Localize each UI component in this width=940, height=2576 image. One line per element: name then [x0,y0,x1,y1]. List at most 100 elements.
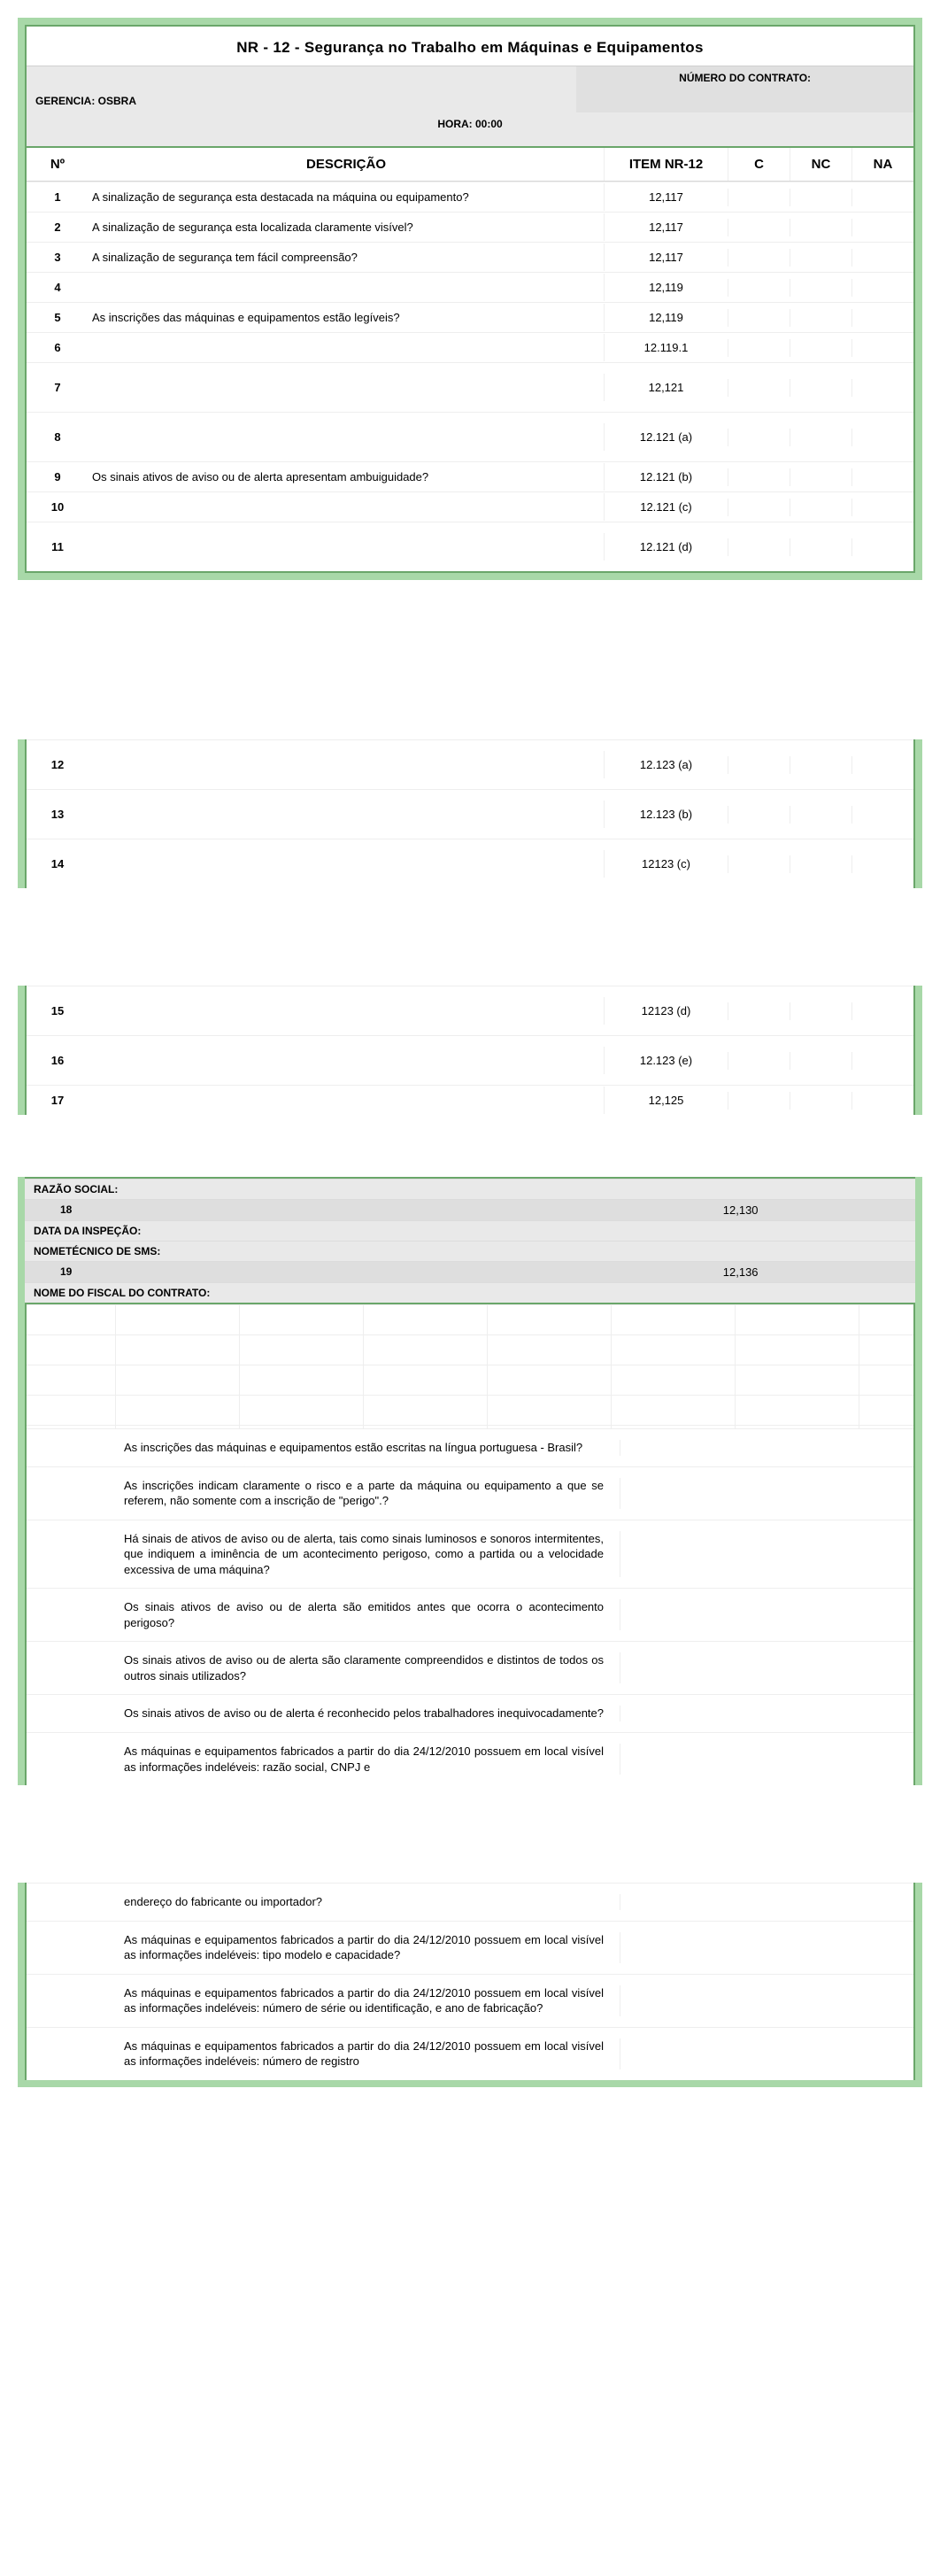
meta2-nomefiscal: NOME DO FISCAL DO CONTRATO: [25,1282,915,1303]
paragraph-row: endereço do fabricante ou importador? [27,1883,913,1921]
cell-c[interactable] [728,468,790,486]
cell-c[interactable] [728,855,790,873]
cell-na[interactable] [851,468,913,486]
cell-c[interactable] [728,756,790,774]
cell-n: 14 [27,850,89,878]
hdr-nc: NC [790,148,851,181]
cell-nc[interactable] [790,219,851,236]
cell-na[interactable] [851,1052,913,1070]
cell-c[interactable] [728,1092,790,1110]
cell-na[interactable] [851,189,913,206]
cell-item: 12.121 (a) [604,423,728,451]
paragraph-text: As máquinas e equipamentos fabricados a … [124,1985,620,2016]
table-row: 9Os sinais ativos de aviso ou de alerta … [27,461,913,491]
cell-c[interactable] [728,499,790,516]
cell-item: 12,117 [604,213,728,241]
cell-desc [89,381,604,395]
cell-nc[interactable] [790,806,851,824]
para-rest [620,1706,913,1721]
cell-nc[interactable] [790,279,851,297]
meta2-row18: 18 12,130 [25,1199,915,1220]
data-inspecao-label: DATA DA INSPEÇÃO: [34,1225,574,1237]
row18-item: 12,130 [574,1203,906,1217]
cell-na[interactable] [851,1002,913,1020]
table-row: 12 12.123 (a) [27,739,913,789]
para-spacer [27,1478,124,1509]
cell-na[interactable] [851,538,913,556]
table-row: 1712,125 [27,1085,913,1115]
cell-nc[interactable] [790,1092,851,1110]
page-gap-2 [0,888,940,986]
cell-item: 12123 (c) [604,850,728,878]
cell-nc[interactable] [790,1052,851,1070]
cell-c[interactable] [728,806,790,824]
para-rest [620,1652,913,1683]
cell-na[interactable] [851,219,913,236]
cell-na[interactable] [851,756,913,774]
para-rest [620,1478,913,1509]
cell-nc[interactable] [790,429,851,446]
paragraphs-group-1: As inscrições das máquinas e equipamento… [27,1428,913,1785]
cell-na[interactable] [851,339,913,357]
table-row: 1612.123 (e) [27,1035,913,1085]
cell-n: 7 [27,374,89,401]
cell-c[interactable] [728,309,790,327]
cell-na[interactable] [851,249,913,267]
inner-frame-2: 1212.123 (a)1312.123 (b)1412123 (c) [25,739,915,888]
cell-n: 11 [27,533,89,561]
para-spacer [27,1599,124,1630]
cell-na[interactable] [851,499,913,516]
cell-item: 12,121 [604,374,728,401]
cell-nc[interactable] [790,339,851,357]
cell-c[interactable] [728,379,790,397]
cell-c[interactable] [728,1002,790,1020]
cell-nc[interactable] [790,499,851,516]
cell-desc [89,808,604,822]
cell-c[interactable] [728,249,790,267]
cell-n: 3 [27,244,89,271]
cell-nc[interactable] [790,1002,851,1020]
cell-c[interactable] [728,339,790,357]
para-spacer [27,1706,124,1721]
cell-nc[interactable] [790,379,851,397]
para-spacer [27,1985,124,2016]
cell-desc: As inscrições das máquinas e equipamento… [89,304,604,331]
table-row: 5As inscrições das máquinas e equipament… [27,302,913,332]
cell-c[interactable] [728,538,790,556]
cell-nc[interactable] [790,855,851,873]
paragraph-text: Os sinais ativos de aviso ou de alerta é… [124,1706,620,1721]
meta2-nometec: NOMETÉCNICO DE SMS: [25,1241,915,1261]
outer-frame-meta2: RAZÃO SOCIAL: 18 12,130 DATA DA INSPEÇÃO… [18,1177,922,1785]
hdr-c: C [728,148,790,181]
cell-item: 12,119 [604,274,728,301]
cell-na[interactable] [851,1092,913,1110]
cell-n: 6 [27,334,89,361]
cell-item: 12.119.1 [604,334,728,361]
cell-nc[interactable] [790,468,851,486]
cell-na[interactable] [851,855,913,873]
cell-c[interactable] [728,1052,790,1070]
page-3: 1512123 (d)1612.123 (e)1712,125 [0,986,940,1115]
cell-item: 12.123 (a) [604,751,728,778]
cell-n: 12 [27,751,89,778]
cell-nc[interactable] [790,538,851,556]
cell-na[interactable] [851,279,913,297]
cell-item: 12,119 [604,304,728,331]
cell-nc[interactable] [790,756,851,774]
table-row: 7 12,121 [27,362,913,412]
paragraph-row: As máquinas e equipamentos fabricados a … [27,1974,913,2027]
cell-nc[interactable] [790,249,851,267]
row18-n: 18 [34,1203,574,1217]
cell-n: 1 [27,183,89,211]
cell-c[interactable] [728,189,790,206]
cell-desc [89,430,604,445]
cell-c[interactable] [728,279,790,297]
cell-na[interactable] [851,429,913,446]
cell-na[interactable] [851,806,913,824]
cell-nc[interactable] [790,189,851,206]
cell-nc[interactable] [790,309,851,327]
cell-c[interactable] [728,219,790,236]
cell-c[interactable] [728,429,790,446]
cell-na[interactable] [851,309,913,327]
cell-na[interactable] [851,379,913,397]
